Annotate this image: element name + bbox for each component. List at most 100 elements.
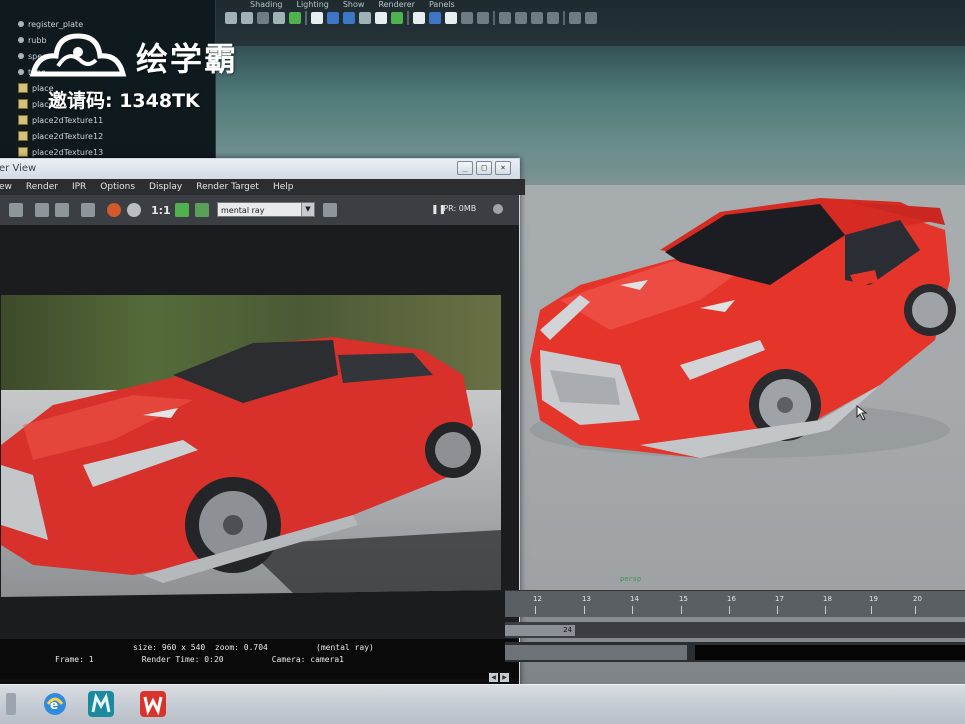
tick-label: 15 xyxy=(679,595,688,603)
tick-mark xyxy=(729,606,730,614)
place2d-node-icon xyxy=(18,131,28,141)
cloud-logo-icon xyxy=(29,33,127,77)
menu-options[interactable]: Options xyxy=(100,179,135,195)
snapshot-icon[interactable] xyxy=(81,203,95,217)
outliner-item-label: place2dTexture13 xyxy=(32,147,104,157)
render-frame-info: Frame: 1 Render Time: 0:20 Camera: camer… xyxy=(55,655,344,664)
maya-icon[interactable] xyxy=(86,689,116,719)
dot-icon xyxy=(18,21,24,27)
watermark-brand: 绘学霸 xyxy=(136,40,239,78)
place2d-node-icon xyxy=(18,147,28,157)
lighting-icon[interactable] xyxy=(359,12,371,24)
ambient-occlusion-icon[interactable] xyxy=(391,12,403,24)
tick-label: 20 xyxy=(913,595,922,603)
menu-view[interactable]: ew xyxy=(0,179,12,195)
select-camera-icon[interactable] xyxy=(225,12,237,24)
menu-display[interactable]: Display xyxy=(149,179,182,195)
bookmark-icon[interactable] xyxy=(257,12,269,24)
scroll-right-icon[interactable]: ▶ xyxy=(500,673,509,682)
mouse-cursor-icon xyxy=(856,405,868,421)
render-settings-icon[interactable] xyxy=(323,203,337,217)
tick-mark xyxy=(871,606,872,614)
render-view-title: er View xyxy=(0,163,37,174)
redo-render-icon[interactable] xyxy=(35,203,49,217)
command-line xyxy=(505,642,965,662)
render-info-panel: size: 960 x 540 zoom: 0.704 (mental ray)… xyxy=(0,639,519,679)
viewport-car-model[interactable] xyxy=(520,190,965,470)
film-gate-icon[interactable] xyxy=(547,12,559,24)
ipr-memory-label: IPR: 0MB xyxy=(441,204,477,213)
grid-toggle-icon[interactable] xyxy=(289,12,301,24)
dot-icon xyxy=(18,69,24,75)
lock-camera-icon[interactable] xyxy=(241,12,253,24)
wireframe-icon[interactable] xyxy=(311,12,323,24)
toolbar-separator xyxy=(563,11,565,25)
keep-image-icon[interactable] xyxy=(175,203,189,217)
minimize-button[interactable]: _ xyxy=(457,161,473,175)
tick-label: 13 xyxy=(582,595,591,603)
render-size-info: size: 960 x 540 zoom: 0.704 (mental ray) xyxy=(133,643,374,652)
outliner-item-label: place2dTexture11 xyxy=(32,115,104,125)
ipr-status-icon xyxy=(493,204,503,214)
tick-label: 17 xyxy=(775,595,784,603)
refresh-icon[interactable] xyxy=(55,203,69,217)
shadows-icon[interactable] xyxy=(375,12,387,24)
place2d-node-icon xyxy=(18,99,28,109)
render-image-canvas[interactable] xyxy=(0,225,519,639)
render-view-menubar: ew Render IPR Options Display Render Tar… xyxy=(0,179,525,195)
taskbar-edge-icon xyxy=(6,693,16,715)
scroll-left-icon[interactable]: ◀ xyxy=(489,673,498,682)
remove-image-icon[interactable] xyxy=(195,203,209,217)
xray-icon[interactable] xyxy=(429,12,441,24)
range-end-field[interactable]: 24 xyxy=(505,625,575,636)
tick-mark xyxy=(632,606,633,614)
range-slider[interactable]: 24 xyxy=(505,622,965,638)
chevron-down-icon: ▼ xyxy=(301,203,314,216)
sphere-icon[interactable] xyxy=(461,12,473,24)
command-input[interactable] xyxy=(505,645,687,660)
outliner-item-label: place2dTexture12 xyxy=(32,131,104,141)
alpha-channel-icon[interactable] xyxy=(127,203,141,217)
sphere-icon[interactable] xyxy=(477,12,489,24)
window-buttons: _ □ × xyxy=(457,161,511,175)
command-result-field xyxy=(695,645,965,660)
renderer-dropdown[interactable]: mental ray ▼ xyxy=(217,202,315,217)
gate-mask-icon[interactable] xyxy=(499,12,511,24)
textured-icon[interactable] xyxy=(343,12,355,24)
internet-explorer-icon[interactable]: e xyxy=(40,689,70,719)
safe-action-icon[interactable] xyxy=(531,12,543,24)
scroll-arrows: ◀ ▶ xyxy=(489,673,509,682)
isolate-select-icon[interactable] xyxy=(413,12,425,24)
render-view-window: er View _ □ × ew Render IPR Options Disp… xyxy=(0,158,525,690)
xray-joints-icon[interactable] xyxy=(445,12,457,24)
maya-panel-toolbar: Shading Lighting Show Renderer Panels xyxy=(215,0,965,47)
time-slider[interactable]: 12 13 14 15 16 17 18 19 20 xyxy=(505,590,965,617)
menu-help[interactable]: Help xyxy=(273,179,294,195)
outliner-item[interactable]: place2dTexture12 xyxy=(18,128,103,144)
tick-label: 12 xyxy=(533,595,542,603)
menu-ipr[interactable]: IPR xyxy=(72,179,86,195)
image-plane-icon[interactable] xyxy=(273,12,285,24)
watermark: 绘学霸 邀请码: 1348TK xyxy=(28,26,268,116)
menu-render[interactable]: Render xyxy=(26,179,58,195)
close-button[interactable]: × xyxy=(495,161,511,175)
menu-render-target[interactable]: Render Target xyxy=(196,179,259,195)
windows-taskbar: e xyxy=(0,684,965,724)
smooth-shade-icon[interactable] xyxy=(327,12,339,24)
dot-icon xyxy=(18,37,24,43)
camera-icon[interactable] xyxy=(9,203,23,217)
dot-icon xyxy=(18,53,24,59)
tick-label: 14 xyxy=(630,595,639,603)
toolbar-separator xyxy=(305,11,307,25)
zoom-one-to-one-button[interactable]: 1:1 xyxy=(151,204,171,217)
maximize-button[interactable]: □ xyxy=(476,161,492,175)
color-channels-icon[interactable] xyxy=(107,203,121,217)
copy-icon[interactable] xyxy=(569,12,581,24)
render-view-titlebar[interactable]: er View _ □ × xyxy=(0,159,519,179)
place2d-node-icon xyxy=(18,83,28,93)
tick-label: 19 xyxy=(869,595,878,603)
wps-office-icon[interactable] xyxy=(138,689,168,719)
scissors-icon[interactable] xyxy=(585,12,597,24)
tick-mark xyxy=(825,606,826,614)
resolution-gate-icon[interactable] xyxy=(515,12,527,24)
